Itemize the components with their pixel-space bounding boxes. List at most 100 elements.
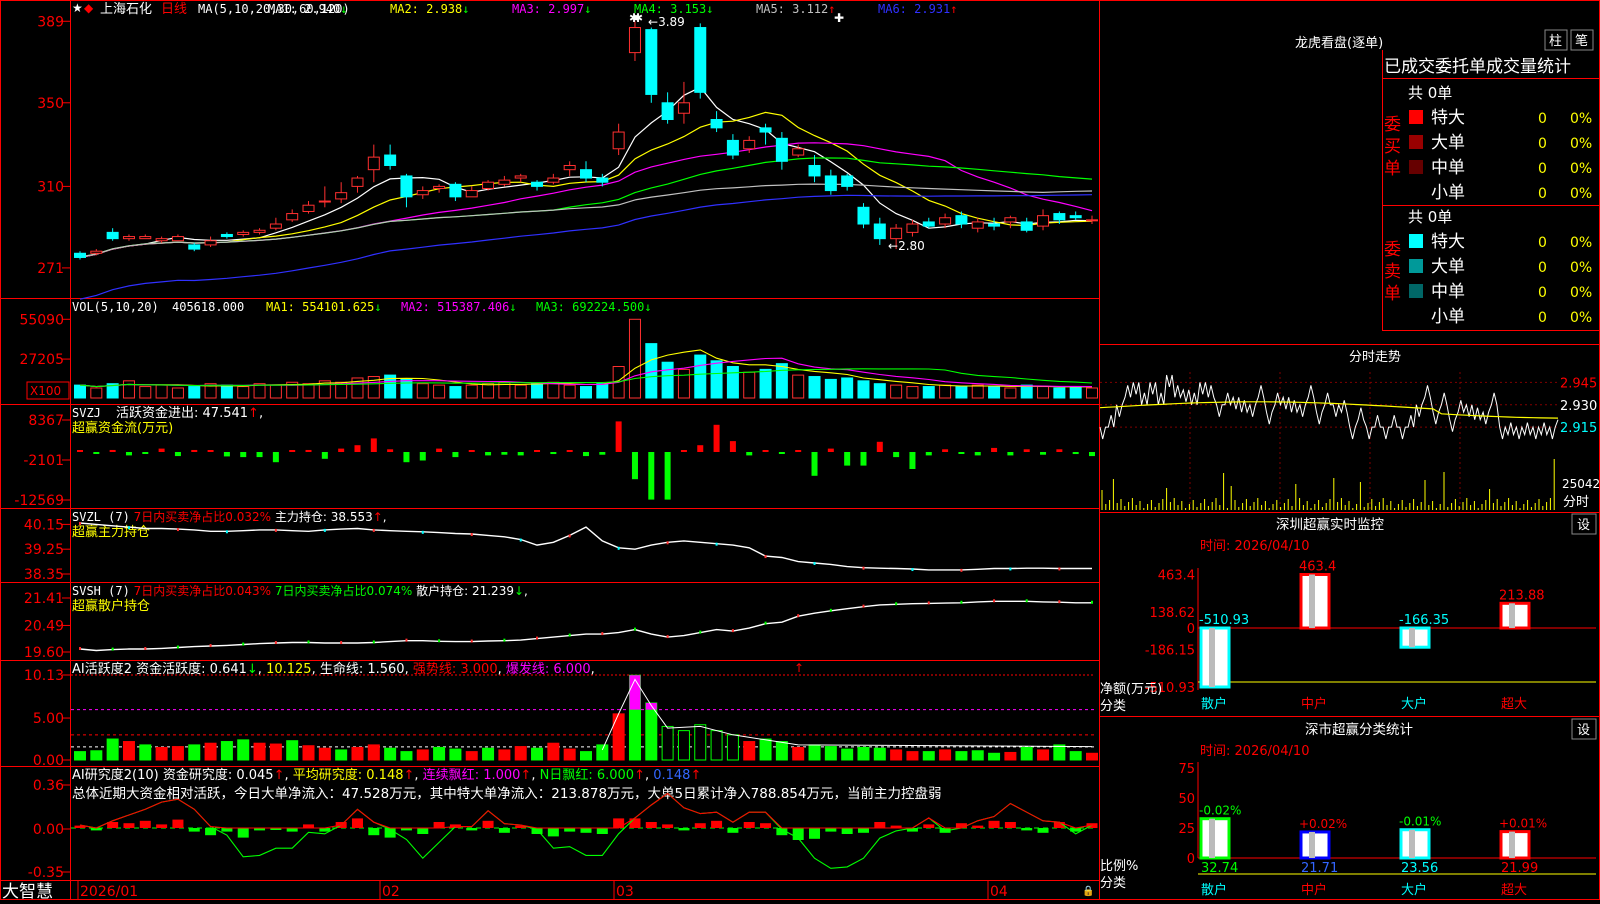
candle-body [726, 139, 739, 156]
volume-bar [873, 383, 886, 399]
intraday-price-tick: 2.945 [1560, 376, 1597, 391]
ai-active-bar [759, 738, 772, 761]
ai-research-bar [433, 822, 445, 828]
svzl-tick [323, 528, 326, 532]
classify-change-label: +0.02% [1299, 817, 1347, 831]
candle-body [563, 164, 576, 171]
axis-tick-label: 19.60 [24, 645, 64, 661]
classify-change-label: -0.01% [1399, 815, 1441, 829]
axis-tick-label: 0.36 [33, 778, 64, 794]
svsh-tick [993, 599, 996, 603]
svzj-bar [811, 452, 818, 476]
buy-rows: 特大 0 0% 大单 0 0% 中单 0 0% 小单 0 0% [1409, 108, 1592, 203]
svsh-tick [176, 645, 179, 649]
classify-value-label: 21.99 [1501, 861, 1538, 876]
order-name: 小单 [1431, 307, 1465, 327]
svsh-tick [144, 647, 147, 651]
volume-bar [775, 363, 788, 399]
volume-bar [726, 366, 739, 399]
volume-bar [237, 386, 250, 399]
vol-ma-label: MA1: 554101.625↓ [266, 300, 382, 314]
ai-active-bar [1004, 751, 1017, 761]
volume-bar [890, 384, 903, 399]
ai-active-bar [661, 725, 674, 761]
svzj-bar [240, 452, 247, 458]
classify-category: 超大 [1501, 883, 1527, 898]
svsh-tick [601, 632, 604, 636]
svzj-bar [256, 452, 263, 458]
ai-active-bar [922, 751, 935, 761]
ai-active-bar [775, 741, 788, 761]
ai-research-y-axis: 0.36 0.00 -0.35 [28, 778, 70, 881]
volume-bar [1086, 387, 1098, 399]
svzj-bar [109, 449, 116, 452]
candlesticks [74, 21, 1098, 260]
svzl-tick [127, 526, 130, 530]
candle-body [677, 102, 690, 114]
svzj-bar [289, 450, 296, 452]
svsh-tick [307, 640, 310, 644]
monitor-settings-button[interactable]: 设 [1571, 513, 1597, 535]
volume-bar [433, 384, 446, 399]
ai-research-bar [1004, 822, 1016, 828]
ai-active-bar [139, 744, 152, 761]
svzj-bar [974, 452, 981, 456]
svsh-tick [209, 644, 212, 648]
svzl-tick [519, 538, 522, 542]
candle-body [335, 192, 348, 200]
svsh-tick [111, 647, 114, 651]
monitor-ylabel: 净额(万元) [1100, 682, 1162, 697]
svzj-bar [876, 441, 883, 452]
bar-mode-button[interactable]: 柱 [1544, 29, 1568, 51]
monitor-bar-label: -166.35 [1399, 613, 1449, 628]
single-mode-button[interactable]: 笔 [1570, 29, 1594, 51]
axis-tick-label: 0.00 [33, 822, 64, 838]
ai-active-bar [416, 749, 429, 761]
candle-body [1086, 219, 1098, 222]
volume-panel: VOL(5,10,20) 405618.000 MA1: 554101.625↓… [19, 300, 1098, 400]
candle-body [465, 190, 478, 198]
ai-research-bar [645, 822, 657, 828]
monitor-y-tick: -186.15 [1145, 643, 1195, 658]
classify-settings-button[interactable]: 设 [1571, 718, 1597, 740]
ai-research-bar [809, 828, 821, 839]
candle-body [416, 190, 429, 196]
axis-tick-label: 350 [37, 96, 64, 112]
axis-tick-label: 39.25 [24, 542, 64, 558]
svsh-tick [731, 629, 734, 633]
volume-bar [1069, 386, 1082, 399]
ai-active-panel: AI活跃度2 资金活跃度: 0.641↓, 10.125, 生命线: 1.560… [24, 661, 1098, 769]
ai-active-bars [71, 674, 1098, 761]
svzj-bar [827, 448, 834, 452]
candle-body [531, 181, 544, 187]
order-name: 大单 [1431, 133, 1465, 153]
date-label: 2026/01 [80, 884, 138, 900]
monitor-panel: 深圳超赢实时监控 设 时间: 2026/04/10 463.4 138.620 -1… [1100, 513, 1597, 714]
ma-line-6 [79, 194, 1093, 300]
order-count: 0 [1538, 186, 1547, 202]
svsh-tick [1058, 600, 1061, 604]
app-logo: 大智慧 [2, 882, 53, 900]
svsh-tick [536, 636, 539, 640]
svzj-bar [305, 449, 312, 452]
order-pct: 0% [1570, 235, 1592, 251]
candle-body [318, 200, 331, 203]
candle-body [122, 236, 135, 240]
volume-bar [563, 384, 576, 399]
ai-active-bar [988, 752, 1001, 761]
svzl-tick [617, 546, 620, 550]
svsh-tick [405, 638, 408, 642]
order-name: 特大 [1431, 108, 1465, 128]
svzj-bar [762, 450, 769, 452]
buy-side-label: 委买单 [1384, 115, 1401, 179]
volume-bar [841, 377, 854, 399]
ai-research-bar [874, 822, 886, 828]
ai-active-bar [677, 730, 690, 761]
svzj-bar [1023, 449, 1030, 452]
svzl-polyline [79, 522, 1092, 571]
ai-active-bar [253, 742, 266, 761]
volume-bar [580, 386, 592, 399]
monitor-y-tick: 0 [1187, 622, 1195, 637]
svzj-bar [419, 452, 426, 461]
ai-research-bar [923, 824, 935, 828]
